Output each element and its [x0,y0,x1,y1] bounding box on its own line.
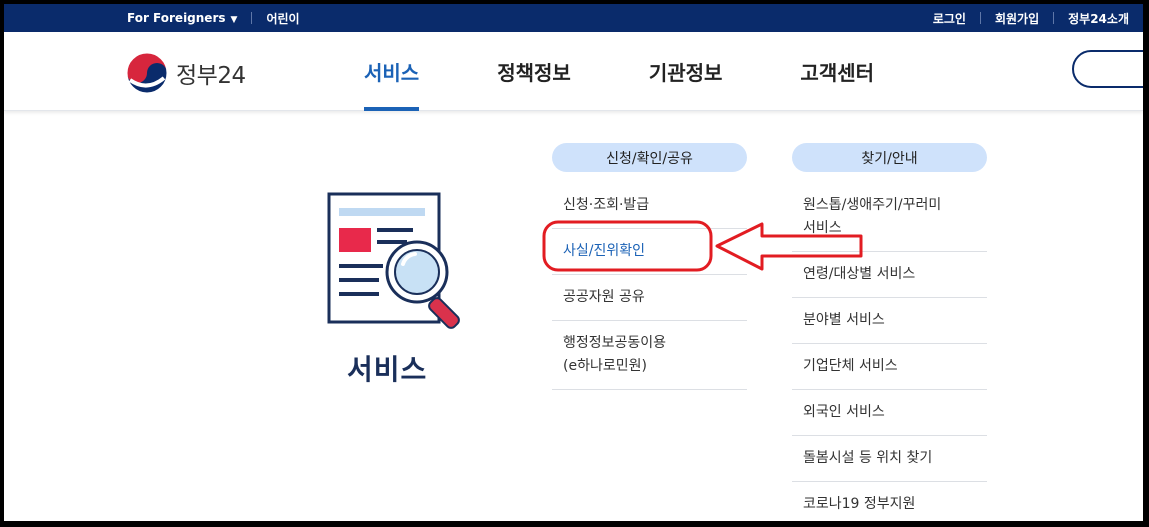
list-item-fact-verification[interactable]: 사실/진위확인 [552,229,747,275]
main-header: 정부24 서비스 정책정보 기관정보 고객센터 [4,32,1143,111]
divider [979,12,981,24]
list-item[interactable]: 연령/대상별 서비스 [792,252,987,298]
menu-column-find: 찾기/안내 원스톱/생애주기/꾸러미 서비스 연령/대상별 서비스 분야별 서비… [792,143,987,521]
list-item[interactable]: 외국인 서비스 [792,390,987,436]
nav-policy-info[interactable]: 정책정보 [497,32,571,110]
list-item[interactable]: 공공자원 공유 [552,275,747,321]
logo-text: 정부24 [176,63,246,89]
about-gov24-link[interactable]: 정부24소개 [1068,10,1129,27]
search-input[interactable] [1072,50,1143,88]
login-link[interactable]: 로그인 [933,10,966,27]
taegeuk-logo-icon [126,52,168,94]
column-list: 원스톱/생애주기/꾸러미 서비스 연령/대상별 서비스 분야별 서비스 기업단체… [792,183,987,521]
nav-customer-center[interactable]: 고객센터 [800,32,874,110]
signup-link[interactable]: 회원가입 [995,10,1039,27]
column-heading: 신청/확인/공유 [552,143,747,172]
divider [251,12,253,24]
menu-column-apply: 신청/확인/공유 신청·조회·발급 사실/진위확인 공공자원 공유 행정정보공동… [552,143,747,390]
page-frame: For Foreigners ▼ 어린이 로그인 회원가입 정부24소개 정부24… [4,4,1143,521]
list-item[interactable]: 원스톱/생애주기/꾸러미 서비스 [792,183,987,252]
global-nav: 서비스 정책정보 기관정보 고객센터 [364,32,952,111]
list-item[interactable]: 행정정보공동이용 (e하나로민원) [552,321,747,390]
logo[interactable]: 정부24 [126,52,246,94]
nav-agency-info[interactable]: 기관정보 [649,32,723,110]
document-magnifier-icon [327,192,460,329]
utility-bar: For Foreigners ▼ 어린이 로그인 회원가입 정부24소개 [4,4,1143,32]
column-list: 신청·조회·발급 사실/진위확인 공공자원 공유 행정정보공동이용 (e하나로민… [552,183,747,390]
list-item[interactable]: 돌봄시설 등 위치 찾기 [792,436,987,482]
for-foreigners-link[interactable]: For Foreigners ▼ [127,11,237,25]
list-item[interactable]: 기업단체 서비스 [792,344,987,390]
list-item[interactable]: 신청·조회·발급 [552,183,747,229]
caret-down-icon: ▼ [230,15,238,25]
divider [1053,12,1055,24]
list-item[interactable]: 분야별 서비스 [792,298,987,344]
children-link[interactable]: 어린이 [266,10,299,27]
nav-services[interactable]: 서비스 [364,32,420,111]
column-heading: 찾기/안내 [792,143,987,172]
list-item[interactable]: 코로나19 정부지원 [792,482,987,521]
hero-title: 서비스 [347,353,428,386]
